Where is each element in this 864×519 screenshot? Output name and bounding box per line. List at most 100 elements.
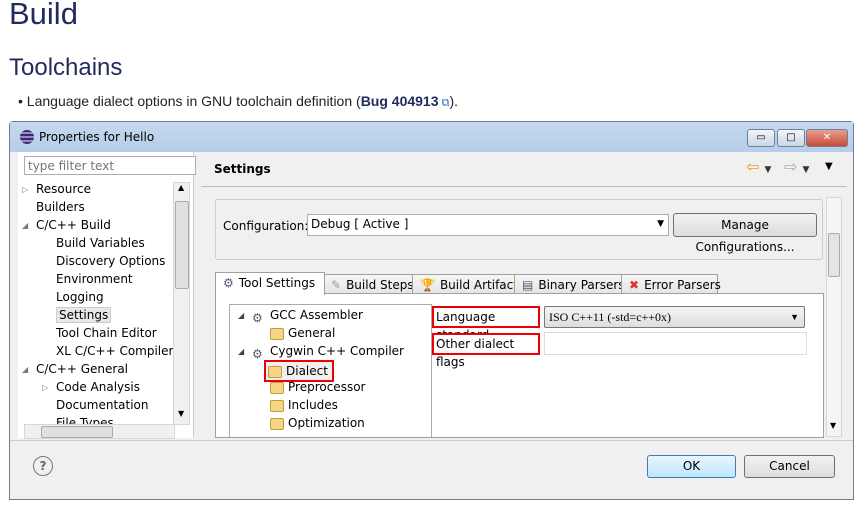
folder-tool-icon: [270, 418, 284, 430]
configuration-value: Debug [ Active ]: [311, 217, 409, 231]
window-title: Properties for Hello: [39, 130, 155, 144]
nav-item-label: Environment: [56, 272, 133, 286]
nav-item-label: Logging: [56, 290, 104, 304]
tool-tree-label: Optimization: [288, 416, 365, 430]
forward-arrow-icon[interactable]: ⇨ ▼: [784, 157, 809, 176]
manage-configurations-button[interactable]: Manage Configurations...: [673, 213, 817, 254]
nav-item[interactable]: ▷ Resource: [22, 182, 91, 196]
bullet-item: • Language dialect options in GNU toolch…: [18, 93, 458, 109]
binary-icon: ▤: [522, 278, 534, 292]
other-dialect-flags-input[interactable]: [544, 332, 807, 355]
tab-label: Binary Parsers: [538, 278, 625, 292]
tab-label: Build Artifact: [439, 278, 518, 292]
filter-input[interactable]: [24, 156, 196, 175]
settings-title: Settings: [214, 162, 271, 176]
nav-item[interactable]: Tool Chain Editor: [56, 326, 157, 340]
minimize-button[interactable]: ▭: [747, 129, 775, 147]
bullet-text: Language dialect options in GNU toolchai…: [26, 93, 361, 109]
tool-tree-item[interactable]: Preprocessor: [270, 380, 365, 394]
expander-icon[interactable]: ▷: [22, 185, 28, 194]
ok-button[interactable]: OK: [647, 455, 736, 478]
tab-tool-settings[interactable]: ⚙ Tool Settings: [215, 272, 325, 295]
nav-item[interactable]: Discovery Options: [56, 254, 165, 268]
tool-tree-item[interactable]: ◢ ⚙ Cygwin C++ Compiler: [238, 344, 404, 361]
properties-dialog: Properties for Hello ▭ □ ✕ ▷ Resource Buil…: [9, 121, 854, 500]
language-standard-label: Language standard: [432, 306, 540, 342]
scroll-down-icon[interactable]: ▼: [178, 409, 184, 418]
scroll-thumb[interactable]: [828, 233, 840, 277]
eclipse-icon: [20, 130, 34, 144]
tab-label: Tool Settings: [238, 276, 316, 290]
tool-tree-item[interactable]: Includes: [270, 398, 338, 412]
tool-tree-item[interactable]: Optimization: [270, 416, 365, 430]
scroll-thumb-h[interactable]: [41, 426, 113, 438]
chevron-down-icon: ▼: [790, 312, 799, 322]
nav-item[interactable]: ◢ C/C++ General: [22, 362, 129, 376]
scroll-thumb[interactable]: [175, 201, 189, 289]
expander-icon[interactable]: ◢: [22, 365, 28, 374]
tool-tree-label: General: [288, 326, 336, 340]
nav-item[interactable]: File Types: [56, 416, 114, 424]
tab-label: Error Parsers: [644, 278, 721, 292]
view-menu-icon[interactable]: ▼: [825, 161, 833, 172]
bug-link[interactable]: Bug 404913: [361, 93, 439, 109]
configuration-select[interactable]: Debug [ Active ] ▼: [307, 214, 669, 236]
nav-item-label: Documentation: [56, 398, 149, 412]
tab-build-artifact[interactable]: 🏆 Build Artifact: [412, 274, 518, 295]
nav-item[interactable]: Builders: [36, 200, 85, 214]
nav-item-label: XL C/C++ Compiler: [56, 344, 173, 358]
folder-tool-icon: [270, 400, 284, 412]
nav-horizontal-scrollbar[interactable]: [24, 424, 175, 439]
back-arrow-icon[interactable]: ⇦ ▼: [746, 157, 771, 176]
expander-icon[interactable]: ◢: [238, 347, 244, 356]
trophy-icon: 🏆: [420, 278, 435, 292]
expander-icon[interactable]: ◢: [238, 311, 244, 320]
nav-item[interactable]: Build Variables: [56, 236, 145, 250]
tool-tree-item[interactable]: Dialect: [264, 360, 334, 382]
nav-item[interactable]: Documentation: [56, 398, 149, 412]
expander-icon[interactable]: ◢: [22, 221, 28, 230]
tool-tree-label: Dialect: [286, 364, 328, 378]
scroll-down-icon[interactable]: ▼: [830, 421, 836, 430]
tab-binary-parsers[interactable]: ▤ Binary Parsers: [514, 274, 625, 295]
nav-item-label: Builders: [36, 200, 85, 214]
gear-icon: ⚙: [223, 276, 234, 290]
tool-tree-item[interactable]: ◢ ⚙ GCC Assembler: [238, 308, 363, 325]
tab-error-parsers[interactable]: ✖ Error Parsers: [621, 274, 721, 295]
title-bar: Properties for Hello ▭ □ ✕: [10, 122, 853, 152]
tool-tree-item[interactable]: General: [270, 326, 335, 340]
nav-item-label: Build Variables: [56, 236, 145, 250]
language-standard-select[interactable]: ISO C++11 (-std=c++0x) ▼: [544, 306, 805, 328]
nav-tree: ▷ Resource Builders ◢ C/C++ Build Build Varia…: [18, 182, 173, 424]
folder-tool-icon: [270, 328, 284, 340]
nav-vertical-scrollbar[interactable]: ▲ ▼: [173, 182, 190, 425]
tool-tree-label: Includes: [288, 398, 338, 412]
folder-tool-icon: [270, 382, 284, 394]
expander-icon[interactable]: ▷: [42, 383, 48, 392]
tool-gear-icon: ⚙: [252, 347, 263, 361]
nav-item[interactable]: ▷ Code Analysis: [42, 380, 140, 394]
error-icon: ✖: [629, 278, 640, 292]
help-icon[interactable]: ?: [33, 456, 53, 476]
settings-header: Settings ⇦ ▼ ⇨ ▼ ▼: [201, 152, 847, 187]
tool-tree-label: Preprocessor: [288, 380, 366, 394]
settings-vertical-scrollbar[interactable]: ▼: [826, 197, 842, 437]
scroll-up-icon[interactable]: ▲: [178, 183, 184, 192]
cancel-button[interactable]: Cancel: [744, 455, 835, 478]
separator: [10, 440, 853, 441]
build-steps-icon: ✎: [331, 278, 342, 292]
nav-item[interactable]: Logging: [56, 290, 104, 304]
page-title: Build: [9, 0, 78, 31]
nav-item[interactable]: XL C/C++ Compiler: [56, 344, 173, 358]
nav-item-label: Settings: [56, 307, 112, 323]
nav-item[interactable]: ◢ C/C++ Build: [22, 218, 111, 232]
section-title: Toolchains: [9, 54, 123, 81]
tab-build-steps[interactable]: ✎ Build Steps: [323, 274, 414, 295]
nav-item[interactable]: Environment: [56, 272, 133, 286]
close-button[interactable]: ✕: [806, 129, 848, 147]
maximize-button[interactable]: □: [777, 129, 805, 147]
configuration-group: Configuration: Debug [ Active ] ▼ Manage …: [215, 199, 823, 260]
nav-item-label: C/C++ General: [36, 362, 129, 376]
nav-item[interactable]: Settings: [56, 307, 112, 323]
configuration-label: Configuration:: [223, 219, 309, 233]
